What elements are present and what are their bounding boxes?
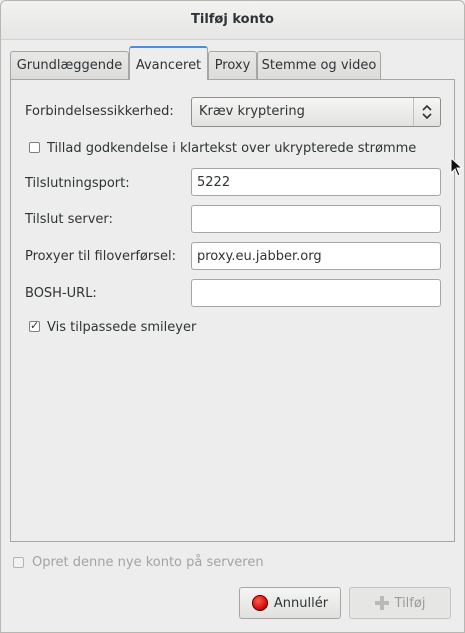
- advanced-panel: Forbindelsessikkerhed: Kræv kryptering T…: [10, 79, 455, 542]
- updown-arrows-icon: [413, 98, 440, 126]
- add-button-label: Tilføj: [394, 595, 426, 611]
- mouse-pointer-icon: [450, 157, 464, 177]
- cancel-icon: [251, 595, 268, 611]
- bosh-url-field[interactable]: [191, 279, 441, 307]
- server-label: Tilslut server:: [25, 212, 113, 227]
- create-account-label: Opret denne nye konto på serveren: [32, 555, 264, 570]
- smileys-label: Vis tilpassede smileyer: [47, 320, 197, 335]
- security-label: Forbindelsessikkerhed:: [25, 104, 174, 119]
- security-combo-value: Kræv kryptering: [199, 104, 305, 119]
- titlebar[interactable]: Tilføj konto: [1, 1, 464, 40]
- tab-proxy[interactable]: Proxy: [208, 51, 257, 79]
- tab-voice-video[interactable]: Stemme og video: [257, 51, 381, 79]
- cancel-button-label: Annullér: [273, 595, 329, 611]
- cancel-button[interactable]: Annullér: [239, 587, 341, 619]
- window-title: Tilføj konto: [191, 12, 274, 27]
- smileys-checkbox[interactable]: ✓: [29, 319, 40, 332]
- server-field[interactable]: [191, 205, 441, 233]
- add-account-dialog: Tilføj konto Grundlæggende Avanceret Pro…: [0, 0, 465, 633]
- tab-advanced[interactable]: Avanceret: [129, 46, 208, 80]
- file-proxy-label: Proxyer til filoverførsel:: [25, 249, 176, 264]
- plaintext-auth-label: Tillad godkendelse i klartekst over ukry…: [47, 141, 417, 156]
- checkmark-icon: ✓: [30, 319, 40, 332]
- tab-basic[interactable]: Grundlæggende: [10, 51, 129, 79]
- plus-icon: [374, 596, 389, 610]
- create-account-checkbox[interactable]: [13, 557, 24, 568]
- add-button[interactable]: Tilføj: [349, 587, 451, 619]
- file-proxy-field[interactable]: [191, 242, 441, 270]
- port-label: Tilslutningsport:: [25, 176, 130, 191]
- port-field[interactable]: [191, 168, 441, 196]
- security-combo[interactable]: Kræv kryptering: [191, 97, 441, 127]
- bosh-label: BOSH-URL:: [25, 286, 97, 301]
- plaintext-auth-checkbox[interactable]: [29, 142, 40, 153]
